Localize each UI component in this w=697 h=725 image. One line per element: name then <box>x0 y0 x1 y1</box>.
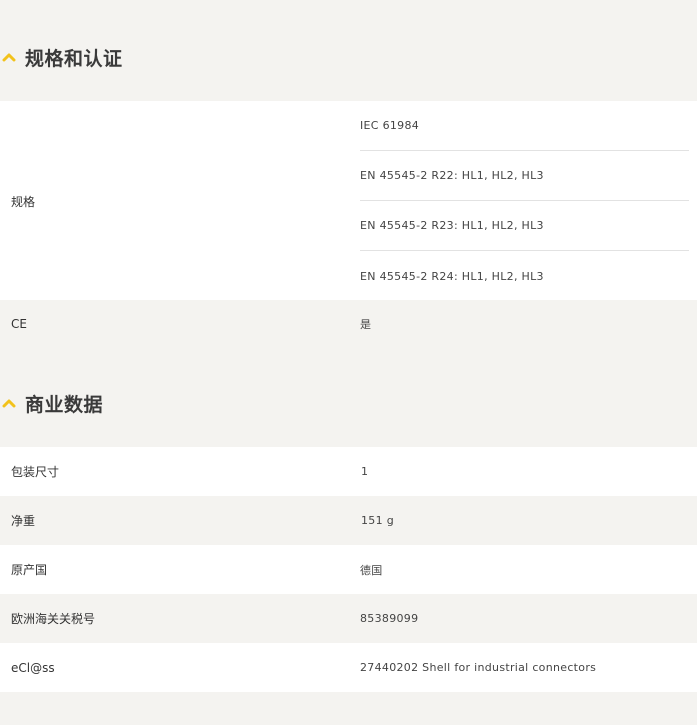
row-label: 净重 <box>11 514 36 528</box>
row-label: 原产国 <box>11 563 48 577</box>
section-title: 规格和认证 <box>25 47 123 70</box>
row-label: CE <box>11 317 27 331</box>
chevron-up-icon <box>2 396 16 410</box>
spec-value-item: EN 45545-2 R24: HL1, HL2, HL3 <box>360 269 544 283</box>
section-header-commercial-data[interactable]: 商业数据 <box>0 383 697 423</box>
specification-values: IEC 61984 EN 45545-2 R22: HL1, HL2, HL3 … <box>360 101 689 301</box>
row-value: 85389099 <box>360 612 419 625</box>
section-header-specs-certs[interactable]: 规格和认证 <box>0 37 697 77</box>
table-row-specifications: 规格 IEC 61984 EN 45545-2 R22: HL1, HL2, H… <box>0 101 697 300</box>
row-label: 包装尺寸 <box>11 465 60 479</box>
specs-certs-table: 规格 IEC 61984 EN 45545-2 R22: HL1, HL2, H… <box>0 101 697 348</box>
table-row-eclass: eCl@ss 27440202 Shell for industrial con… <box>0 643 697 692</box>
row-label: eCl@ss <box>11 660 55 675</box>
row-label: 规格 <box>11 195 36 209</box>
row-value: 德国 <box>360 563 383 577</box>
row-value: 27440202 Shell for industrial connectors <box>360 661 597 674</box>
row-label: 欧洲海关关税号 <box>11 612 96 626</box>
row-value: 是 <box>360 318 372 331</box>
row-value: 151 g <box>361 514 394 527</box>
chevron-up-icon <box>2 50 16 64</box>
spec-value-item: EN 45545-2 R23: HL1, HL2, HL3 <box>360 201 689 251</box>
table-row-country-of-origin: 原产国 德国 <box>0 545 697 594</box>
row-value: 1 <box>361 465 369 478</box>
table-row-ce: CE 是 <box>0 300 697 348</box>
spec-value-item: IEC 61984 <box>360 101 689 151</box>
spec-value-item: EN 45545-2 R22: HL1, HL2, HL3 <box>360 151 689 201</box>
table-row-package-size: 包装尺寸 1 <box>0 447 697 496</box>
section-title: 商业数据 <box>25 393 104 416</box>
table-row-net-weight: 净重 151 g <box>0 496 697 545</box>
table-row-customs-tariff: 欧洲海关关税号 85389099 <box>0 594 697 643</box>
product-spec-page: 规格和认证 规格 IEC 61984 EN 45545-2 R22: HL1, … <box>0 0 697 725</box>
commercial-data-table: 包装尺寸 1 净重 151 g 原产国 德国 欧洲海关关税号 85389099 … <box>0 447 697 692</box>
